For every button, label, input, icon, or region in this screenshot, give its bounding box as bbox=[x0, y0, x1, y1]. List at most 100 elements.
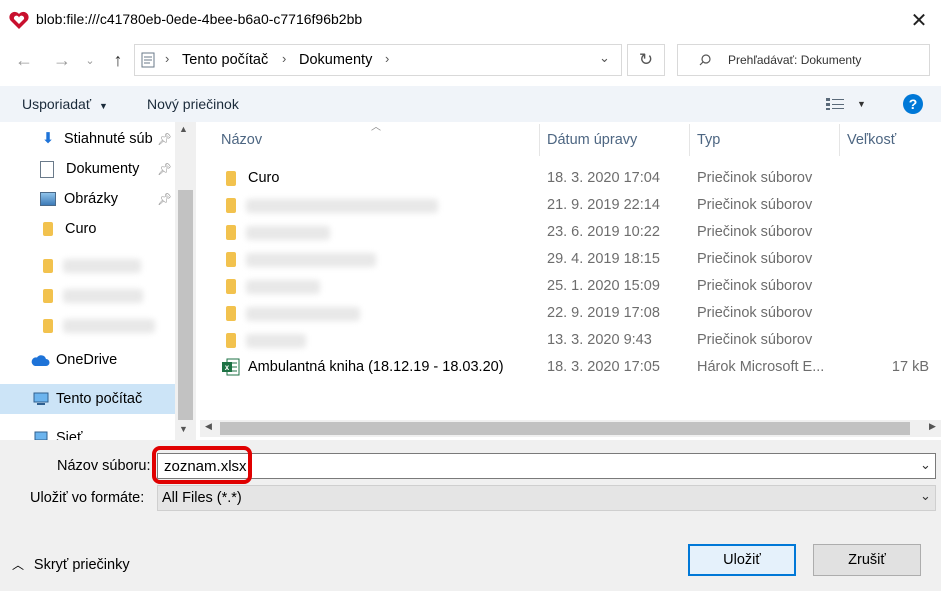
breadcrumb-chevron-icon: › bbox=[165, 51, 170, 66]
file-size: 17 kB bbox=[891, 359, 929, 375]
file-row[interactable]: 25. 1. 2020 15:09 Priečinok súborov bbox=[200, 273, 941, 300]
filename-dropdown-icon[interactable]: ⌄ bbox=[920, 457, 931, 473]
redacted-file-name bbox=[246, 253, 376, 267]
file-type: Priečinok súborov bbox=[697, 251, 813, 267]
sidebar-item-downloads[interactable]: ⬇ Stiahnuté súb 📌︎ bbox=[0, 124, 175, 154]
redacted-label bbox=[63, 259, 141, 273]
cancel-button[interactable]: Zrušiť bbox=[813, 544, 921, 576]
arrow-up-icon: ↑ bbox=[113, 49, 123, 70]
file-type: Priečinok súborov bbox=[697, 197, 813, 213]
hide-folders-label: Skryť priečinky bbox=[33, 557, 130, 573]
up-button[interactable]: ↑ bbox=[104, 46, 132, 74]
redacted-file-name bbox=[246, 226, 330, 240]
network-icon bbox=[34, 431, 48, 440]
scroll-right-icon[interactable]: ▶ bbox=[929, 421, 936, 432]
annotation-highlight bbox=[152, 446, 252, 484]
filename-input[interactable] bbox=[157, 453, 936, 479]
caret-down-icon: ▼ bbox=[98, 101, 108, 111]
help-icon[interactable]: ? bbox=[903, 94, 923, 114]
close-button[interactable]: ✕ bbox=[897, 4, 941, 36]
scroll-up-icon[interactable]: ▲ bbox=[179, 124, 188, 134]
sidebar-item-curo[interactable]: Curo bbox=[0, 214, 175, 244]
folder-icon bbox=[226, 171, 236, 186]
folder-icon bbox=[226, 198, 236, 213]
address-bar[interactable]: › Tento počítač › Dokumenty › ⌄ bbox=[134, 44, 622, 76]
folder-icon bbox=[226, 279, 236, 294]
address-history-chevron-icon[interactable]: ⌄ bbox=[599, 50, 610, 66]
horizontal-scroll-thumb[interactable] bbox=[220, 422, 910, 435]
pin-icon: 📌︎ bbox=[157, 192, 173, 206]
file-date: 29. 4. 2019 18:15 bbox=[547, 251, 660, 267]
sidebar-item-this-pc[interactable]: Tento počítač bbox=[0, 384, 175, 414]
sidebar-item-label: Stiahnuté súb bbox=[64, 131, 153, 147]
sidebar-item-pictures[interactable]: Obrázky 📌︎ bbox=[0, 184, 175, 214]
file-row[interactable]: x Ambulantná kniha (18.12.19 - 18.03.20)… bbox=[200, 354, 941, 381]
file-date: 18. 3. 2020 17:05 bbox=[547, 359, 660, 375]
sidebar-item-network[interactable]: Sieť bbox=[0, 423, 175, 440]
recent-locations-button[interactable]: ⌄ bbox=[80, 46, 100, 74]
file-type: Priečinok súborov bbox=[697, 278, 813, 294]
picture-icon bbox=[40, 192, 56, 206]
chevron-down-icon: ⌄ bbox=[85, 54, 95, 67]
file-type: Hárok Microsoft E... bbox=[697, 359, 825, 375]
refresh-button[interactable]: ↻ bbox=[627, 44, 665, 76]
scroll-left-icon[interactable]: ◀ bbox=[205, 421, 212, 432]
view-dropdown-icon[interactable]: ▼ bbox=[857, 99, 866, 109]
sidebar-item-label: Dokumenty bbox=[66, 161, 140, 177]
forward-button[interactable]: → bbox=[48, 46, 76, 74]
file-row[interactable]: 13. 3. 2020 9:43 Priečinok súborov bbox=[200, 327, 941, 354]
file-type: Priečinok súborov bbox=[697, 170, 813, 186]
column-header-name[interactable]: Názov bbox=[221, 132, 262, 148]
sidebar-item-label: Curo bbox=[65, 221, 97, 237]
organize-button[interactable]: Usporiadať ▼ bbox=[22, 96, 108, 112]
back-button[interactable]: ← bbox=[10, 46, 38, 74]
sidebar-item-redacted[interactable] bbox=[0, 251, 175, 281]
column-divider[interactable] bbox=[539, 124, 540, 156]
folder-icon bbox=[43, 222, 53, 236]
file-name: Curo bbox=[248, 170, 280, 186]
download-icon: ⬇ bbox=[41, 130, 55, 147]
column-header-size[interactable]: Veľkosť bbox=[847, 132, 896, 148]
column-divider[interactable] bbox=[839, 124, 840, 156]
arrow-left-icon: ← bbox=[15, 49, 33, 70]
folder-icon bbox=[226, 225, 236, 240]
column-divider[interactable] bbox=[689, 124, 690, 156]
new-folder-button[interactable]: Nový priečinok bbox=[147, 96, 239, 112]
computer-icon bbox=[33, 392, 49, 405]
file-date: 21. 9. 2019 22:14 bbox=[547, 197, 660, 213]
folder-icon bbox=[43, 259, 53, 273]
search-box[interactable]: Prehľadávať: Dokumenty bbox=[677, 44, 930, 76]
file-date: 25. 1. 2020 15:09 bbox=[547, 278, 660, 294]
file-date: 18. 3. 2020 17:04 bbox=[547, 170, 660, 186]
hide-folders-toggle[interactable]: ︿ Skryť priečinky bbox=[12, 556, 130, 573]
file-row[interactable]: 23. 6. 2019 10:22 Priečinok súborov bbox=[200, 219, 941, 246]
folder-icon bbox=[226, 252, 236, 267]
file-type: Priečinok súborov bbox=[697, 224, 813, 240]
save-button[interactable]: Uložiť bbox=[688, 544, 796, 576]
format-select[interactable]: All Files (*.*) ⌄ bbox=[157, 485, 936, 511]
sidebar-item-redacted[interactable] bbox=[0, 311, 175, 341]
redacted-file-name bbox=[246, 280, 320, 294]
scroll-down-icon[interactable]: ▼ bbox=[179, 424, 188, 434]
breadcrumb-item-documents[interactable]: Dokumenty bbox=[299, 52, 372, 68]
redacted-label bbox=[63, 289, 143, 303]
breadcrumb-item-computer[interactable]: Tento počítač bbox=[182, 52, 268, 68]
pin-icon: 📌︎ bbox=[157, 162, 173, 176]
file-row[interactable]: Curo 18. 3. 2020 17:04 Priečinok súborov bbox=[200, 165, 941, 192]
sidebar-item-label: Tento počítač bbox=[56, 391, 143, 407]
sidebar-item-redacted[interactable] bbox=[0, 281, 175, 311]
file-row[interactable]: 22. 9. 2019 17:08 Priečinok súborov bbox=[200, 300, 941, 327]
file-row[interactable]: 29. 4. 2019 18:15 Priečinok súborov bbox=[200, 246, 941, 273]
sidebar-scroll-thumb[interactable] bbox=[178, 190, 193, 420]
redacted-file-name bbox=[246, 199, 438, 213]
column-header-type[interactable]: Typ bbox=[697, 132, 720, 148]
file-type: Priečinok súborov bbox=[697, 332, 813, 348]
folder-icon bbox=[43, 289, 53, 303]
sidebar-item-documents[interactable]: Dokumenty 📌︎ bbox=[0, 154, 175, 184]
file-date: 23. 6. 2019 10:22 bbox=[547, 224, 660, 240]
sidebar-item-onedrive[interactable]: OneDrive bbox=[0, 345, 175, 375]
file-row[interactable]: 21. 9. 2019 22:14 Priečinok súborov bbox=[200, 192, 941, 219]
view-options-icon[interactable] bbox=[826, 97, 844, 110]
chevron-down-icon: ⌄ bbox=[920, 488, 931, 503]
column-header-date[interactable]: Dátum úpravy bbox=[547, 132, 637, 148]
